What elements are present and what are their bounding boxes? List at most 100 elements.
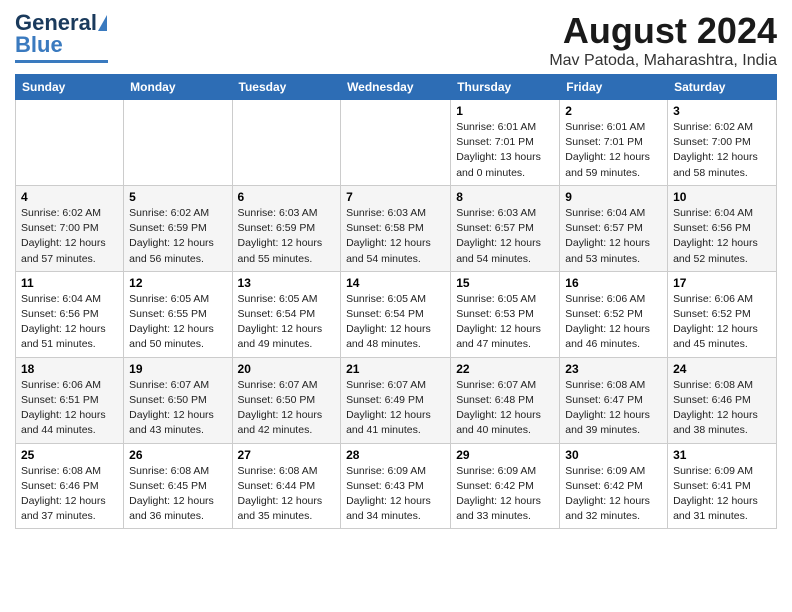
day-info: Sunrise: 6:03 AM Sunset: 6:59 PM Dayligh…: [238, 206, 336, 267]
calendar-cell: 28 Sunrise: 6:09 AM Sunset: 6:43 PM Dayli…: [341, 443, 451, 529]
day-info: Sunrise: 6:02 AM Sunset: 7:00 PM Dayligh…: [21, 206, 118, 267]
day-number: 9: [565, 190, 662, 204]
calendar-cell: [16, 100, 124, 186]
day-number: 22: [456, 362, 554, 376]
day-info: Sunrise: 6:03 AM Sunset: 6:58 PM Dayligh…: [346, 206, 445, 267]
day-info: Sunrise: 6:04 AM Sunset: 6:57 PM Dayligh…: [565, 206, 662, 267]
day-number: 24: [673, 362, 771, 376]
day-number: 31: [673, 448, 771, 462]
calendar-cell: 8Sunrise: 6:03 AM Sunset: 6:57 PM Daylig…: [451, 185, 560, 271]
calendar-week-row: 4 Sunrise: 6:02 AM Sunset: 7:00 PM Daylig…: [16, 185, 777, 271]
calendar-cell: 4 Sunrise: 6:02 AM Sunset: 7:00 PM Daylig…: [16, 185, 124, 271]
calendar-cell: 24 Sunrise: 6:08 AM Sunset: 6:46 PM Dayli…: [668, 357, 777, 443]
calendar-cell: 1 Sunrise: 6:01 AM Sunset: 7:01 PM Daylig…: [451, 100, 560, 186]
header: General Blue August 2024 Mav Patoda, Mah…: [15, 10, 777, 70]
calendar-cell: 10 Sunrise: 6:04 AM Sunset: 6:56 PM Dayli…: [668, 185, 777, 271]
day-info: Sunrise: 6:04 AM Sunset: 6:56 PM Dayligh…: [21, 292, 118, 353]
day-number: 26: [129, 448, 226, 462]
day-info: Sunrise: 6:02 AM Sunset: 6:59 PM Dayligh…: [129, 206, 226, 267]
day-number: 7: [346, 190, 445, 204]
day-info: Sunrise: 6:05 AM Sunset: 6:53 PM Dayligh…: [456, 292, 554, 353]
day-info: Sunrise: 6:09 AM Sunset: 6:42 PM Dayligh…: [456, 464, 554, 525]
calendar-week-row: 18Sunrise: 6:06 AM Sunset: 6:51 PM Dayli…: [16, 357, 777, 443]
calendar-cell: 16 Sunrise: 6:06 AM Sunset: 6:52 PM Dayli…: [560, 271, 668, 357]
calendar-cell: 9 Sunrise: 6:04 AM Sunset: 6:57 PM Daylig…: [560, 185, 668, 271]
day-number: 13: [238, 276, 336, 290]
day-info: Sunrise: 6:05 AM Sunset: 6:55 PM Dayligh…: [129, 292, 226, 353]
calendar-cell: 17 Sunrise: 6:06 AM Sunset: 6:52 PM Dayli…: [668, 271, 777, 357]
month-year-title: August 2024: [549, 10, 777, 52]
calendar-cell: 3Sunrise: 6:02 AM Sunset: 7:00 PM Daylig…: [668, 100, 777, 186]
day-number: 12: [129, 276, 226, 290]
day-info: Sunrise: 6:03 AM Sunset: 6:57 PM Dayligh…: [456, 206, 554, 267]
calendar-cell: 22 Sunrise: 6:07 AM Sunset: 6:48 PM Dayli…: [451, 357, 560, 443]
day-info: Sunrise: 6:08 AM Sunset: 6:46 PM Dayligh…: [673, 378, 771, 439]
calendar-week-row: 11Sunrise: 6:04 AM Sunset: 6:56 PM Dayli…: [16, 271, 777, 357]
day-header-friday: Friday: [560, 75, 668, 100]
day-number: 19: [129, 362, 226, 376]
day-number: 17: [673, 276, 771, 290]
day-number: 28: [346, 448, 445, 462]
day-number: 1: [456, 104, 554, 118]
day-number: 3: [673, 104, 771, 118]
day-number: 15: [456, 276, 554, 290]
day-number: 20: [238, 362, 336, 376]
calendar-cell: 6Sunrise: 6:03 AM Sunset: 6:59 PM Daylig…: [232, 185, 341, 271]
day-info: Sunrise: 6:07 AM Sunset: 6:50 PM Dayligh…: [238, 378, 336, 439]
calendar-cell: 31 Sunrise: 6:09 AM Sunset: 6:41 PM Dayli…: [668, 443, 777, 529]
calendar-cell: 25Sunrise: 6:08 AM Sunset: 6:46 PM Dayli…: [16, 443, 124, 529]
day-info: Sunrise: 6:07 AM Sunset: 6:50 PM Dayligh…: [129, 378, 226, 439]
day-header-saturday: Saturday: [668, 75, 777, 100]
calendar-cell: 15 Sunrise: 6:05 AM Sunset: 6:53 PM Dayli…: [451, 271, 560, 357]
calendar-cell: 13 Sunrise: 6:05 AM Sunset: 6:54 PM Dayli…: [232, 271, 341, 357]
day-info: Sunrise: 6:07 AM Sunset: 6:49 PM Dayligh…: [346, 378, 445, 439]
calendar-cell: 23 Sunrise: 6:08 AM Sunset: 6:47 PM Dayli…: [560, 357, 668, 443]
logo: General Blue: [15, 10, 108, 63]
day-number: 23: [565, 362, 662, 376]
calendar-cell: 19 Sunrise: 6:07 AM Sunset: 6:50 PM Dayli…: [124, 357, 232, 443]
calendar-cell: 11Sunrise: 6:04 AM Sunset: 6:56 PM Dayli…: [16, 271, 124, 357]
calendar-cell: 30 Sunrise: 6:09 AM Sunset: 6:42 PM Dayli…: [560, 443, 668, 529]
day-number: 4: [21, 190, 118, 204]
day-info: Sunrise: 6:06 AM Sunset: 6:51 PM Dayligh…: [21, 378, 118, 439]
day-info: Sunrise: 6:01 AM Sunset: 7:01 PM Dayligh…: [456, 120, 554, 181]
day-number: 2: [565, 104, 662, 118]
day-header-monday: Monday: [124, 75, 232, 100]
day-info: Sunrise: 6:08 AM Sunset: 6:46 PM Dayligh…: [21, 464, 118, 525]
calendar-cell: 20 Sunrise: 6:07 AM Sunset: 6:50 PM Dayli…: [232, 357, 341, 443]
calendar-cell: [341, 100, 451, 186]
day-info: Sunrise: 6:07 AM Sunset: 6:48 PM Dayligh…: [456, 378, 554, 439]
calendar-cell: [232, 100, 341, 186]
calendar-cell: [124, 100, 232, 186]
day-info: Sunrise: 6:08 AM Sunset: 6:47 PM Dayligh…: [565, 378, 662, 439]
calendar-cell: 2Sunrise: 6:01 AM Sunset: 7:01 PM Daylig…: [560, 100, 668, 186]
day-info: Sunrise: 6:04 AM Sunset: 6:56 PM Dayligh…: [673, 206, 771, 267]
day-info: Sunrise: 6:05 AM Sunset: 6:54 PM Dayligh…: [238, 292, 336, 353]
day-header-wednesday: Wednesday: [341, 75, 451, 100]
day-number: 21: [346, 362, 445, 376]
day-info: Sunrise: 6:05 AM Sunset: 6:54 PM Dayligh…: [346, 292, 445, 353]
calendar-week-row: 25Sunrise: 6:08 AM Sunset: 6:46 PM Dayli…: [16, 443, 777, 529]
calendar-cell: 27Sunrise: 6:08 AM Sunset: 6:44 PM Dayli…: [232, 443, 341, 529]
day-number: 10: [673, 190, 771, 204]
calendar-header-row: SundayMondayTuesdayWednesdayThursdayFrid…: [16, 75, 777, 100]
day-number: 5: [129, 190, 226, 204]
calendar-cell: 7 Sunrise: 6:03 AM Sunset: 6:58 PM Daylig…: [341, 185, 451, 271]
title-block: August 2024 Mav Patoda, Maharashtra, Ind…: [549, 10, 777, 70]
day-number: 16: [565, 276, 662, 290]
day-info: Sunrise: 6:06 AM Sunset: 6:52 PM Dayligh…: [673, 292, 771, 353]
calendar-cell: 29 Sunrise: 6:09 AM Sunset: 6:42 PM Dayli…: [451, 443, 560, 529]
day-info: Sunrise: 6:06 AM Sunset: 6:52 PM Dayligh…: [565, 292, 662, 353]
calendar-cell: 18Sunrise: 6:06 AM Sunset: 6:51 PM Dayli…: [16, 357, 124, 443]
calendar-week-row: 1 Sunrise: 6:01 AM Sunset: 7:01 PM Daylig…: [16, 100, 777, 186]
day-number: 29: [456, 448, 554, 462]
calendar-cell: 12 Sunrise: 6:05 AM Sunset: 6:55 PM Dayli…: [124, 271, 232, 357]
logo-triangle-icon: [98, 15, 107, 31]
calendar-cell: 26Sunrise: 6:08 AM Sunset: 6:45 PM Dayli…: [124, 443, 232, 529]
location-subtitle: Mav Patoda, Maharashtra, India: [549, 52, 777, 70]
day-info: Sunrise: 6:09 AM Sunset: 6:43 PM Dayligh…: [346, 464, 445, 525]
day-info: Sunrise: 6:09 AM Sunset: 6:41 PM Dayligh…: [673, 464, 771, 525]
day-info: Sunrise: 6:09 AM Sunset: 6:42 PM Dayligh…: [565, 464, 662, 525]
day-number: 30: [565, 448, 662, 462]
logo-blue: Blue: [15, 32, 63, 58]
